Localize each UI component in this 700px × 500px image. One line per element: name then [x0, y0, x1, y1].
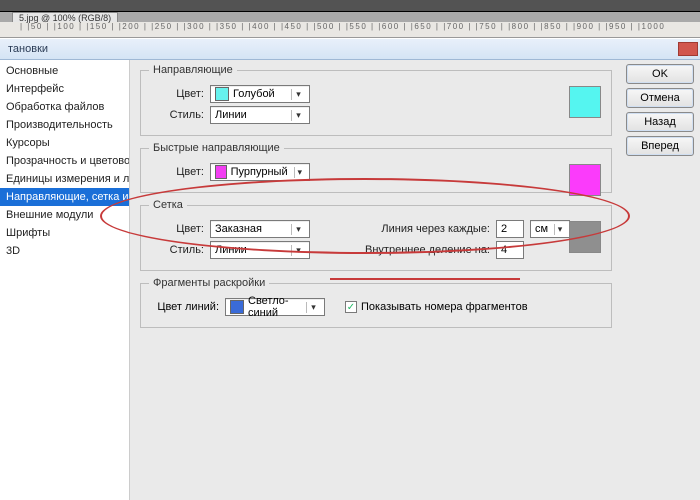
smart-guides-group: Быстрые направляющие Цвет: Пурпурный ▾	[140, 142, 612, 193]
grid-color-label: Цвет:	[149, 223, 204, 235]
slices-group: Фрагменты раскройки Цвет линий: Светло-с…	[140, 277, 612, 328]
slices-legend: Фрагменты раскройки	[149, 277, 269, 289]
slices-line-color-value: Светло-синий	[248, 295, 306, 319]
slices-line-color-select[interactable]: Светло-синий ▾	[225, 298, 325, 316]
smart-guides-color-swatch[interactable]	[569, 164, 601, 196]
grid-style-select[interactable]: Линии ▾	[210, 241, 310, 259]
sidebar-item[interactable]: Обработка файлов	[0, 98, 129, 116]
guides-color-select[interactable]: Голубой ▾	[210, 85, 310, 103]
chevron-down-icon: ▾	[291, 245, 305, 256]
grid-subdiv-input[interactable]	[496, 241, 524, 259]
cancel-button[interactable]: Отмена	[626, 88, 694, 108]
show-slice-numbers-checkbox[interactable]: ✓	[345, 301, 357, 313]
chevron-down-icon: ▾	[294, 167, 305, 178]
forward-button[interactable]: Вперед	[626, 136, 694, 156]
guides-legend: Направляющие	[149, 64, 237, 76]
grid-style-label: Стиль:	[149, 244, 204, 256]
sidebar-item[interactable]: Интерфейс	[0, 80, 129, 98]
grid-color-select[interactable]: Заказная ▾	[210, 220, 310, 238]
slices-line-color-label: Цвет линий:	[149, 301, 219, 313]
sidebar-item[interactable]: Шрифты	[0, 224, 129, 242]
horizontal-ruler: | |50 | |100 | |150 | |200 | |250 | |300…	[0, 22, 700, 38]
preferences-sidebar: Основные Интерфейс Обработка файлов Прои…	[0, 60, 130, 500]
color-swatch-icon	[230, 300, 244, 314]
grid-unit-value: см	[535, 223, 554, 235]
guides-color-value: Голубой	[233, 88, 291, 100]
grid-style-value: Линии	[215, 244, 291, 256]
color-swatch-icon	[215, 165, 227, 179]
sidebar-item[interactable]: Единицы измерения и линейки	[0, 170, 129, 188]
chevron-down-icon: ▾	[291, 110, 305, 121]
app-menubar	[0, 0, 700, 12]
grid-color-swatch[interactable]	[569, 221, 601, 253]
guides-group: Направляющие Цвет: Голубой ▾ Стиль: Лини…	[140, 64, 612, 136]
back-button[interactable]: Назад	[626, 112, 694, 132]
chevron-down-icon: ▾	[306, 302, 320, 313]
preferences-dialog: Основные Интерфейс Обработка файлов Прои…	[0, 60, 700, 500]
sidebar-item[interactable]: Производительность	[0, 116, 129, 134]
ok-button[interactable]: OK	[626, 64, 694, 84]
grid-legend: Сетка	[149, 199, 187, 211]
preferences-panel: Направляющие Цвет: Голубой ▾ Стиль: Лини…	[130, 60, 622, 500]
grid-subdiv-label: Внутреннее деление на:	[350, 244, 490, 256]
smart-guides-legend: Быстрые направляющие	[149, 142, 284, 154]
sidebar-item[interactable]: Внешние модули	[0, 206, 129, 224]
grid-unit-select[interactable]: см ▾	[530, 220, 570, 238]
sidebar-item[interactable]: Прозрачность и цветовой охват	[0, 152, 129, 170]
chevron-down-icon: ▾	[554, 224, 565, 235]
guides-style-select[interactable]: Линии ▾	[210, 106, 310, 124]
dialog-titlebar: тановки	[0, 38, 700, 60]
guides-color-label: Цвет:	[149, 88, 204, 100]
sidebar-item-guides-grid-slices[interactable]: Направляющие, сетка и фрагменты	[0, 188, 129, 206]
show-slice-numbers-label: Показывать номера фрагментов	[361, 301, 528, 313]
dialog-buttons: OK Отмена Назад Вперед	[622, 60, 700, 500]
grid-group: Сетка Цвет: Заказная ▾ Линия через кажды…	[140, 199, 612, 271]
grid-line-every-label: Линия через каждые:	[350, 223, 490, 235]
smart-guides-color-label: Цвет:	[149, 166, 204, 178]
chevron-down-icon: ▾	[291, 224, 305, 235]
window-close-button[interactable]	[678, 42, 698, 56]
document-tabbar: 5.jpg @ 100% (RGB/8)	[0, 12, 700, 22]
guides-style-value: Линии	[215, 109, 291, 121]
guides-color-swatch[interactable]	[569, 86, 601, 118]
sidebar-item[interactable]: Основные	[0, 62, 129, 80]
sidebar-item[interactable]: Курсоры	[0, 134, 129, 152]
guides-style-label: Стиль:	[149, 109, 204, 121]
chevron-down-icon: ▾	[291, 89, 305, 100]
sidebar-item[interactable]: 3D	[0, 242, 129, 260]
dialog-title: тановки	[8, 43, 48, 55]
smart-guides-color-value: Пурпурный	[231, 166, 294, 178]
grid-line-every-input[interactable]	[496, 220, 524, 238]
color-swatch-icon	[215, 87, 229, 101]
smart-guides-color-select[interactable]: Пурпурный ▾	[210, 163, 310, 181]
grid-color-value: Заказная	[215, 223, 291, 235]
document-tab[interactable]: 5.jpg @ 100% (RGB/8)	[12, 12, 118, 22]
